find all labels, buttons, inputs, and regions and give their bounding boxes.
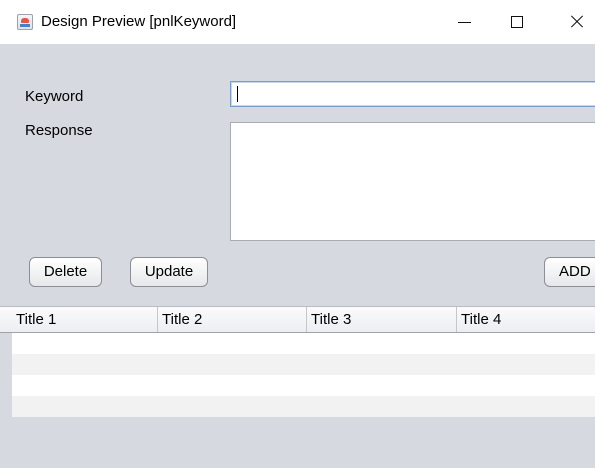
keyword-input[interactable] bbox=[230, 81, 595, 107]
column-header-title-1[interactable]: Title 1 bbox=[12, 307, 158, 332]
delete-button[interactable]: Delete bbox=[29, 257, 102, 287]
title-bar[interactable]: Design Preview [pnlKeyword] bbox=[0, 0, 595, 44]
java-app-icon[interactable] bbox=[17, 14, 33, 30]
update-button[interactable]: Update bbox=[130, 257, 208, 287]
column-header-title-3[interactable]: Title 3 bbox=[307, 307, 457, 332]
keyword-panel: Keyword Response Delete Update ADD Title… bbox=[0, 44, 595, 468]
text-caret bbox=[237, 86, 238, 102]
window-title: Design Preview [pnlKeyword] bbox=[41, 13, 237, 30]
table-header: Title 1 Title 2 Title 3 Title 4 bbox=[0, 306, 595, 333]
keyword-label: Keyword bbox=[25, 88, 84, 105]
column-header-title-2[interactable]: Title 2 bbox=[158, 307, 307, 332]
minimize-icon[interactable] bbox=[450, 9, 480, 35]
add-button[interactable]: ADD bbox=[544, 257, 595, 287]
table-row[interactable] bbox=[12, 396, 595, 417]
table-row[interactable] bbox=[12, 375, 595, 396]
table-row[interactable] bbox=[12, 354, 595, 375]
table-viewport[interactable] bbox=[12, 417, 595, 468]
response-textarea[interactable] bbox=[230, 122, 595, 241]
response-label: Response bbox=[25, 122, 93, 139]
maximize-icon[interactable] bbox=[502, 9, 532, 35]
column-header-title-4[interactable]: Title 4 bbox=[457, 307, 595, 332]
table-row[interactable] bbox=[12, 333, 595, 354]
close-icon[interactable] bbox=[562, 9, 592, 35]
